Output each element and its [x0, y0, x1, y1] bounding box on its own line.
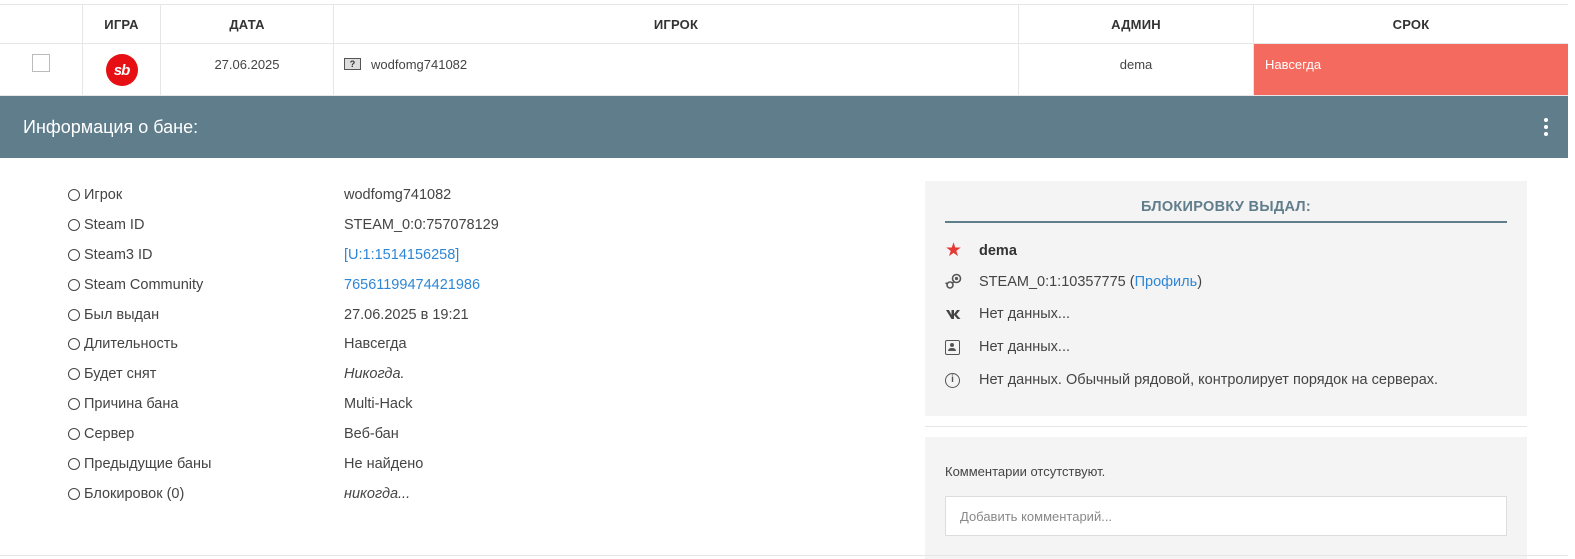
steam-community-link[interactable]: 76561199474421986 [344, 277, 480, 293]
detail-row: Предыдущие баны Не найдено [68, 449, 499, 479]
star-icon: ★ [945, 240, 963, 261]
detail-label: Сервер [84, 426, 135, 443]
header-term[interactable]: СРОК [1254, 5, 1568, 43]
detail-label: Был выдан [84, 306, 160, 323]
sourcebans-logo-icon: sb [105, 54, 138, 86]
circle-icon [68, 368, 80, 381]
divider [925, 426, 1527, 427]
detail-row: Будет снят Никогда. [68, 359, 499, 389]
detail-label: Предыдущие баны [84, 455, 212, 472]
detail-label: Блокировок (0) [84, 485, 185, 502]
detail-row: Сервер Веб-бан [68, 419, 499, 449]
admin-vk: Нет данных... [979, 306, 1071, 322]
term-badge: Навсегда [1254, 44, 1568, 95]
player-name: wodfomg741082 [371, 57, 468, 72]
detail-value: Multi-Hack [344, 396, 413, 413]
info-icon: i [945, 372, 960, 388]
circle-icon [68, 457, 80, 470]
circle-icon [68, 278, 80, 291]
ban-details-list: Игрок wodfomg741082 Steam ID STEAM_0:0:7… [68, 180, 499, 509]
header-player[interactable]: ИГРОК [334, 5, 1019, 43]
date-cell: 27.06.2025 [161, 44, 334, 95]
paren-open: ( [1125, 273, 1135, 290]
vk-icon [946, 309, 961, 319]
header-checkbox-cell [0, 5, 83, 43]
detail-value: Никогда. [344, 366, 405, 383]
unknown-flag-icon: ? [344, 58, 361, 70]
detail-value: никогда... [344, 485, 411, 502]
no-comments-text: Комментарии отсутствуют. [945, 464, 1106, 479]
circle-icon [68, 338, 80, 351]
more-options-icon[interactable] [1544, 118, 1548, 136]
detail-label: Steam Community [84, 276, 204, 293]
admin-info: Нет данных. Обычный рядовой, контролируе… [979, 372, 1439, 388]
detail-row: Steam Community 76561199474421986 [68, 270, 499, 300]
detail-value: 27.06.2025 в 19:21 [344, 306, 469, 323]
detail-row: Причина бана Multi-Hack [68, 389, 499, 419]
admin-steam-row: STEAM_0:1:10357775 (Профиль) [945, 273, 1202, 290]
admin-cell: dema [1019, 44, 1254, 95]
detail-value: Навсегда [344, 336, 407, 353]
admin-card-title: БЛОКИРОВКУ ВЫДАЛ: [945, 199, 1507, 223]
detail-label: Steam ID [84, 216, 145, 233]
detail-row: Steam3 ID [U:1:1514156258] [68, 240, 499, 270]
comments-panel: Комментарии отсутствуют. [925, 437, 1527, 559]
divider [0, 555, 1568, 556]
paren-close: ) [1197, 273, 1203, 290]
add-comment-input[interactable] [945, 496, 1507, 536]
detail-value: Веб-бан [344, 426, 399, 443]
detail-row: Блокировок (0) никогда... [68, 479, 499, 509]
circle-icon [68, 487, 80, 500]
circle-icon [68, 218, 80, 231]
player-cell: ? wodfomg741082 [334, 44, 1019, 95]
detail-label: Игрок [84, 186, 123, 203]
table-row[interactable]: sb 27.06.2025 ? wodfomg741082 dema Навсе… [0, 44, 1568, 96]
detail-value: STEAM_0:0:757078129 [344, 216, 499, 233]
circle-icon [68, 428, 80, 441]
header-date[interactable]: ДАТА [161, 5, 334, 43]
detail-value: wodfomg741082 [344, 186, 452, 203]
admin-card: БЛОКИРОВКУ ВЫДАЛ: ★ dema STEAM_0:1:10357… [925, 181, 1527, 416]
header-game[interactable]: ИГРА [83, 5, 161, 43]
bans-table: ИГРА ДАТА ИГРОК АДМИН СРОК sb 27.06.2025… [0, 4, 1568, 96]
detail-label: Причина бана [84, 396, 179, 413]
table-header: ИГРА ДАТА ИГРОК АДМИН СРОК [0, 4, 1568, 44]
detail-label: Длительность [84, 336, 178, 353]
circle-icon [68, 248, 80, 261]
admin-vk-row: Нет данных... [945, 306, 1070, 322]
steam3-id-link[interactable]: [U:1:1514156258] [344, 247, 459, 263]
game-cell: sb [83, 44, 161, 95]
detail-label: Будет снят [84, 366, 157, 383]
circle-icon [68, 188, 80, 201]
circle-icon [68, 308, 80, 321]
detail-row: Длительность Навсегда [68, 329, 499, 359]
contact-icon [945, 339, 960, 355]
admin-contact-row: Нет данных... [945, 339, 1070, 355]
admin-profile-link[interactable]: Профиль [1135, 274, 1198, 290]
row-checkbox-cell [0, 44, 83, 95]
circle-icon [68, 398, 80, 411]
header-admin[interactable]: АДМИН [1019, 5, 1254, 43]
ban-info-bar: Информация о бане: [0, 96, 1568, 158]
detail-label: Steam3 ID [84, 246, 153, 263]
ban-info-title: Информация о бане: [23, 116, 199, 137]
admin-info-row: i Нет данных. Обычный рядовой, контролир… [945, 372, 1438, 388]
detail-value: Не найдено [344, 455, 424, 472]
detail-row: Был выдан 27.06.2025 в 19:21 [68, 300, 499, 330]
admin-steam-id: STEAM_0:1:10357775 [979, 273, 1126, 290]
detail-row: Игрок wodfomg741082 [68, 180, 499, 210]
detail-row: Steam ID STEAM_0:0:757078129 [68, 210, 499, 240]
steam-icon [945, 273, 962, 289]
admin-name-row: ★ dema [945, 239, 1017, 262]
row-checkbox[interactable] [32, 54, 50, 72]
admin-contact: Нет данных... [979, 339, 1071, 355]
admin-name: dema [979, 242, 1017, 259]
